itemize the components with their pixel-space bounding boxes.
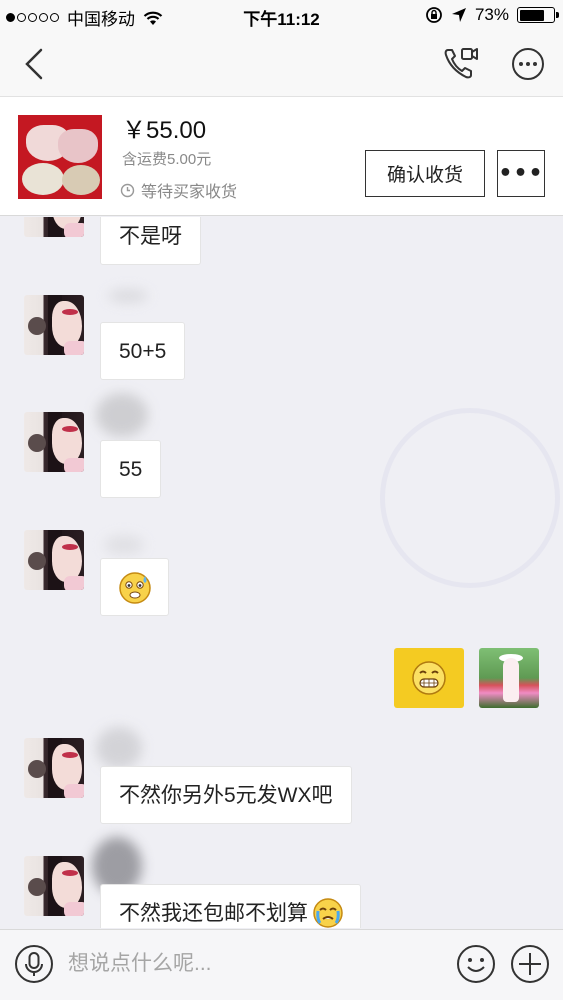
status-bar: 中国移动 下午11:12 73% bbox=[0, 0, 563, 32]
clock-icon bbox=[120, 183, 135, 197]
message-bubble-emoji[interactable] bbox=[100, 558, 169, 616]
confirm-receipt-button[interactable]: 确认收货 bbox=[365, 150, 485, 197]
blurred-nickname bbox=[108, 289, 148, 303]
status-right: 73% bbox=[425, 5, 559, 25]
message-bubble[interactable]: 不然你另外5元发WX吧 bbox=[100, 766, 352, 824]
orientation-lock-icon bbox=[426, 7, 442, 23]
message-bubble[interactable]: 不然我还包邮不划算 bbox=[100, 884, 361, 928]
more-circle-icon[interactable] bbox=[510, 46, 546, 82]
message-bubble[interactable]: 不是呀 bbox=[100, 217, 201, 265]
my-avatar[interactable] bbox=[479, 648, 539, 708]
grin-emoji bbox=[412, 661, 446, 695]
contact-avatar[interactable] bbox=[24, 856, 84, 916]
contact-avatar[interactable] bbox=[24, 217, 84, 237]
plus-icon[interactable] bbox=[510, 944, 550, 984]
battery-icon bbox=[517, 7, 559, 23]
sent-sticker[interactable] bbox=[394, 648, 464, 708]
order-status: 等待买家收货 bbox=[120, 178, 237, 202]
product-price: ￥55.00 bbox=[122, 117, 207, 144]
message-input[interactable] bbox=[68, 940, 438, 988]
smiley-icon[interactable] bbox=[456, 944, 496, 984]
product-thumbnail[interactable] bbox=[18, 115, 102, 199]
microphone-icon[interactable] bbox=[14, 944, 54, 984]
phone-video-icon[interactable] bbox=[440, 44, 480, 84]
input-bar bbox=[0, 929, 563, 1000]
message-bubble[interactable]: 50+5 bbox=[100, 322, 186, 380]
battery-fill bbox=[519, 9, 544, 21]
chevron-left-icon[interactable] bbox=[16, 46, 52, 82]
battery-percent: 73% bbox=[474, 5, 509, 24]
nav-bar bbox=[0, 32, 563, 96]
message-bubble[interactable]: 55 bbox=[100, 440, 162, 498]
order-status-label: 等待买家收货 bbox=[141, 184, 238, 201]
blurred-nickname bbox=[96, 393, 148, 437]
sweat-smile-emoji bbox=[119, 572, 151, 604]
contact-avatar[interactable] bbox=[24, 738, 84, 798]
shipping-fee: 含运费5.00元 bbox=[122, 151, 212, 168]
blurred-nickname bbox=[104, 535, 144, 555]
location-icon bbox=[451, 8, 466, 22]
contact-avatar[interactable] bbox=[24, 530, 84, 590]
message-text: 不然我还包邮不划算 bbox=[119, 902, 308, 925]
crying-emoji bbox=[313, 898, 343, 928]
contact-avatar[interactable] bbox=[24, 295, 84, 355]
chat-area[interactable]: 不是呀 50+5 55 不然你另外5元发WX吧 不然我还包邮不划算 bbox=[0, 217, 563, 928]
contact-avatar[interactable] bbox=[24, 412, 84, 472]
product-more-button[interactable]: ••• bbox=[497, 150, 545, 197]
blurred-nickname bbox=[96, 727, 142, 769]
